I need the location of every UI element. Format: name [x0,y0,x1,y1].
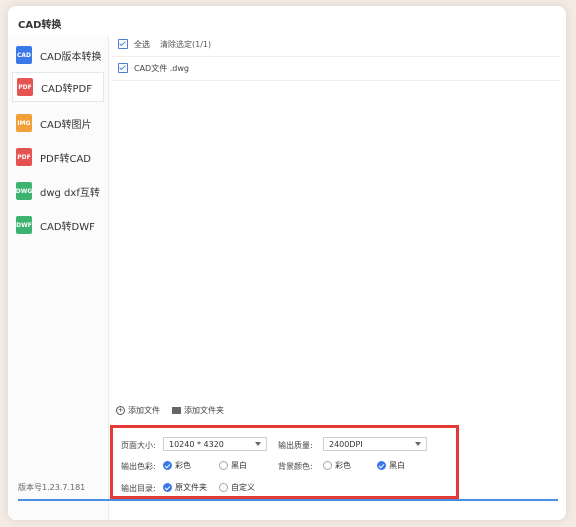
color-option-bw[interactable]: 黑白 [219,460,247,471]
file-list-header: 全选 清除选定(1/1) [112,32,560,57]
output-settings-panel: 页面大小: 10240 * 4320 输出质量: 2400DPI 输出色彩: 彩… [110,425,459,499]
document-icon: CAD [16,46,32,64]
pdf-icon: PDF [17,78,33,96]
chevron-down-icon [255,442,261,446]
quality-select[interactable]: 2400DPI [323,437,427,451]
file-name: CAD文件 .dwg [134,63,190,73]
page-size-label: 页面大小: [121,441,156,450]
radio-checked-icon [163,461,172,470]
radio-label: 黑白 [389,461,405,470]
radio-label: 彩色 [175,461,191,470]
image-icon: IMG [16,114,32,132]
sidebar-item-label: CAD版本转换 [40,51,102,63]
color-label: 输出色彩: [121,462,156,471]
radio-label: 彩色 [335,461,351,470]
select-all-checkbox[interactable] [118,39,128,49]
color-option-color[interactable]: 彩色 [163,460,191,471]
sidebar-item-pdf-to-cad[interactable]: PDF PDF转CAD [12,142,104,172]
progress-bar [18,499,558,501]
sidebar-item-cad-to-image[interactable]: IMG CAD转图片 [12,108,104,138]
quality-value: 2400DPI [329,439,363,449]
app-window: CAD转换 CAD CAD版本转换 PDF CAD转PDF IMG CAD转图片… [8,6,566,520]
radio-label: 自定义 [231,483,255,492]
add-file-button[interactable]: + 添加文件 [116,405,160,416]
bg-color-label: 背景颜色: [278,462,313,471]
radio-checked-icon [377,461,386,470]
sidebar-item-cad-to-dwf[interactable]: DWF CAD转DWF [12,210,104,240]
select-all-label[interactable]: 全选 [134,39,150,50]
dwf-icon: DWF [16,216,32,234]
quality-label: 输出质量: [278,441,313,450]
file-row[interactable]: CAD文件 .dwg [112,56,560,81]
bg-option-color[interactable]: 彩色 [323,460,351,471]
sidebar: CAD CAD版本转换 PDF CAD转PDF IMG CAD转图片 PDF P… [8,36,109,520]
sidebar-item-label: CAD转DWF [40,221,95,233]
radio-unchecked-icon [219,461,228,470]
output-option-original[interactable]: 原文件夹 [163,482,207,493]
radio-unchecked-icon [323,461,332,470]
sidebar-item-cad-to-pdf[interactable]: PDF CAD转PDF [12,72,104,102]
radio-label: 黑白 [231,461,247,470]
window-title: CAD转换 [18,20,62,31]
chevron-down-icon [415,442,421,446]
output-option-custom[interactable]: 自定义 [219,482,255,493]
sidebar-item-label: CAD转图片 [40,119,92,131]
add-icon: + [116,406,125,415]
sidebar-item-label: dwg dxf互转 [40,187,100,199]
radio-checked-icon [163,483,172,492]
radio-unchecked-icon [219,483,228,492]
add-file-label: 添加文件 [128,406,160,415]
sidebar-item-cad-version[interactable]: CAD CAD版本转换 [12,40,104,70]
clear-selection-button[interactable]: 清除选定(1/1) [160,39,211,50]
radio-label: 原文件夹 [175,483,207,492]
page-size-select[interactable]: 10240 * 4320 [163,437,267,451]
version-label: 版本号1.23.7.181 [18,483,86,492]
page-size-value: 10240 * 4320 [169,439,224,449]
output-dir-label: 输出目录: [121,484,156,493]
main-content: 全选 清除选定(1/1) CAD文件 .dwg + 添加文件 添加文件夹 页面大… [110,32,566,502]
sidebar-item-dwg-dxf[interactable]: DWG dwg dxf互转 [12,176,104,206]
sidebar-item-label: CAD转PDF [41,83,93,95]
sidebar-item-label: PDF转CAD [40,153,92,165]
add-toolbar: + 添加文件 添加文件夹 [116,405,236,416]
bg-option-bw[interactable]: 黑白 [377,460,405,471]
add-folder-label: 添加文件夹 [184,406,224,415]
dwg-icon: DWG [16,182,32,200]
add-folder-button[interactable]: 添加文件夹 [172,405,224,416]
file-checkbox[interactable] [118,63,128,73]
folder-icon [172,407,181,414]
pdf-icon: PDF [16,148,32,166]
